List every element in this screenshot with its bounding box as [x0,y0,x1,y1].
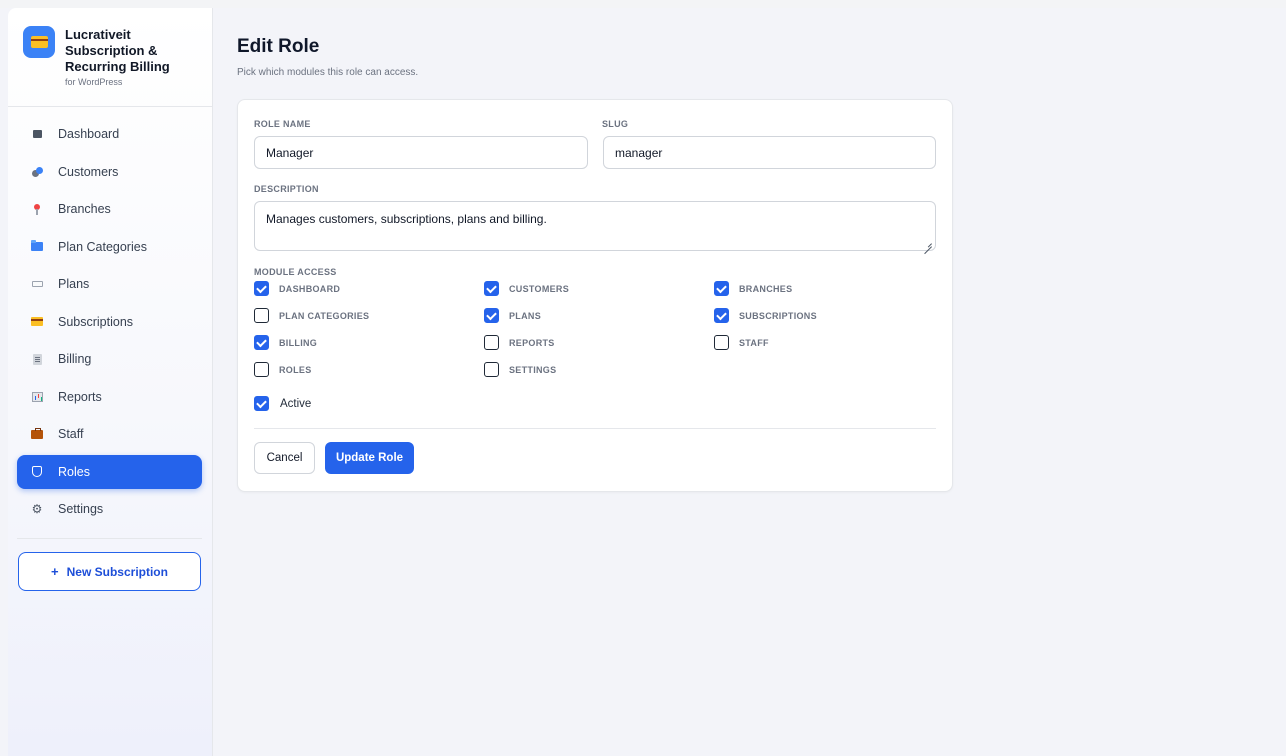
checkbox-checked[interactable] [484,308,499,323]
edit-role-form: ROLE NAME Manager SLUG manager DESCRIPTI… [237,99,953,492]
sidebar-item-label: Customers [58,164,119,179]
module-label: BRANCHES [739,283,793,294]
pin-icon [30,202,44,216]
module-roles-checkbox[interactable]: ROLES [254,362,312,377]
resize-handle-icon[interactable] [924,239,932,247]
checkbox-unchecked[interactable] [484,335,499,350]
module-label: BILLING [279,337,318,348]
receipt-icon [30,352,44,366]
module-label: PLANS [509,310,542,321]
module-label: STAFF [739,337,769,348]
sidebar-item-label: Staff [58,427,84,441]
module-reports-checkbox[interactable]: REPORTS [484,335,555,350]
module-label: SETTINGS [509,364,557,375]
sidebar-item-label: Plan Categories [58,239,147,254]
plus-icon: + [51,564,59,579]
module-settings-checkbox[interactable]: SETTINGS [484,362,556,377]
role-name-label: ROLE NAME [254,119,311,129]
role-name-input[interactable]: Manager [254,136,588,169]
dashboard-icon [30,127,44,141]
sidebar-item-label: Plans [58,277,90,291]
module-label: DASHBOARD [279,283,341,294]
module-dashboard-checkbox[interactable]: DASHBOARD [254,281,340,296]
divider [8,106,212,107]
sidebar-item-label: Roles [58,464,90,479]
sidebar-item-customers[interactable]: Customers [17,155,202,189]
module-billing-checkbox[interactable]: BILLING [254,335,317,350]
module-customers-checkbox[interactable]: CUSTOMERS [484,281,569,296]
sidebar-item-label: Dashboard [58,127,120,141]
module-plans-checkbox[interactable]: PLANS [484,308,541,323]
description-label: DESCRIPTION [254,184,319,194]
module-branches-checkbox[interactable]: BRANCHES [714,281,792,296]
tag-icon [30,277,44,291]
divider [254,428,936,429]
description-textarea[interactable]: Manages customers, subscriptions, plans … [254,201,936,251]
sidebar-item-settings[interactable]: ⚙ Settings [17,492,202,526]
module-subscriptions-checkbox[interactable]: SUBSCRIPTIONS [714,308,817,323]
checkbox-unchecked[interactable] [254,362,269,377]
slug-input[interactable]: manager [603,136,936,169]
brand-title: Lucrativeit Subscription & Recurring Bil… [65,27,170,74]
sidebar-item-roles[interactable]: Roles [17,454,202,489]
sidebar-item-plans[interactable]: Plans [17,267,202,301]
page-subtitle: Pick which modules this role can access. [237,67,419,78]
update-role-button[interactable]: Update Role [325,442,414,474]
module-label: ROLES [279,364,312,375]
module-access-label: MODULE ACCESS [254,267,337,277]
sidebar-item-reports[interactable]: Reports [17,380,202,414]
sidebar-item-staff[interactable]: Staff [17,417,202,451]
sidebar-item-subscriptions[interactable]: Subscriptions [17,305,202,339]
divider [17,538,202,539]
cancel-button[interactable]: Cancel [254,442,315,474]
checkbox-checked[interactable] [714,308,729,323]
folder-icon [30,240,44,254]
module-plan-categories-checkbox[interactable]: PLAN CATEGORIES [254,308,369,323]
active-checkbox[interactable]: Active [254,396,311,411]
sidebar: Lucrativeit Subscription & Recurring Bil… [8,8,213,756]
sidebar-item-plan-categories[interactable]: Plan Categories [17,230,202,264]
sidebar-item-label: Reports [58,389,102,404]
briefcase-icon [30,427,44,441]
checkbox-checked[interactable] [714,281,729,296]
checkbox-checked[interactable] [254,335,269,350]
page-title: Edit Role [237,36,320,57]
new-subscription-button[interactable]: + New Subscription [18,552,201,591]
gear-icon: ⚙ [31,502,43,516]
slug-label: SLUG [602,119,629,129]
module-staff-checkbox[interactable]: STAFF [714,335,769,350]
module-label: SUBSCRIPTIONS [739,310,817,321]
new-subscription-label: New Subscription [66,564,168,579]
sidebar-item-branches[interactable]: Branches [17,192,202,226]
users-icon [30,165,44,179]
bar-chart-icon [30,390,44,404]
checkbox-unchecked[interactable] [484,362,499,377]
sidebar-item-label: Settings [58,502,104,516]
sidebar-nav: Dashboard Customers Branches Plan Catego… [17,117,202,530]
shield-icon [30,465,44,479]
sidebar-item-label: Branches [58,202,111,216]
checkbox-unchecked[interactable] [254,308,269,323]
brand-subtitle: for WordPress [65,77,123,87]
credit-card-icon [30,315,44,329]
description-text: Manages customers, subscriptions, plans … [266,212,547,226]
sidebar-item-label: Subscriptions [58,314,134,329]
top-strip [0,0,1286,8]
active-label: Active [280,397,312,410]
module-label: CUSTOMERS [509,283,570,294]
module-label: PLAN CATEGORIES [279,310,370,321]
sidebar-item-label: Billing [58,352,92,366]
sidebar-item-billing[interactable]: Billing [17,342,202,376]
brand: Lucrativeit Subscription & Recurring Bil… [23,26,202,88]
credit-card-logo-icon [23,26,55,58]
checkbox-unchecked[interactable] [714,335,729,350]
checkbox-checked[interactable] [254,396,269,411]
checkbox-checked[interactable] [254,281,269,296]
module-label: REPORTS [509,337,555,348]
checkbox-checked[interactable] [484,281,499,296]
sidebar-item-dashboard[interactable]: Dashboard [17,117,202,151]
